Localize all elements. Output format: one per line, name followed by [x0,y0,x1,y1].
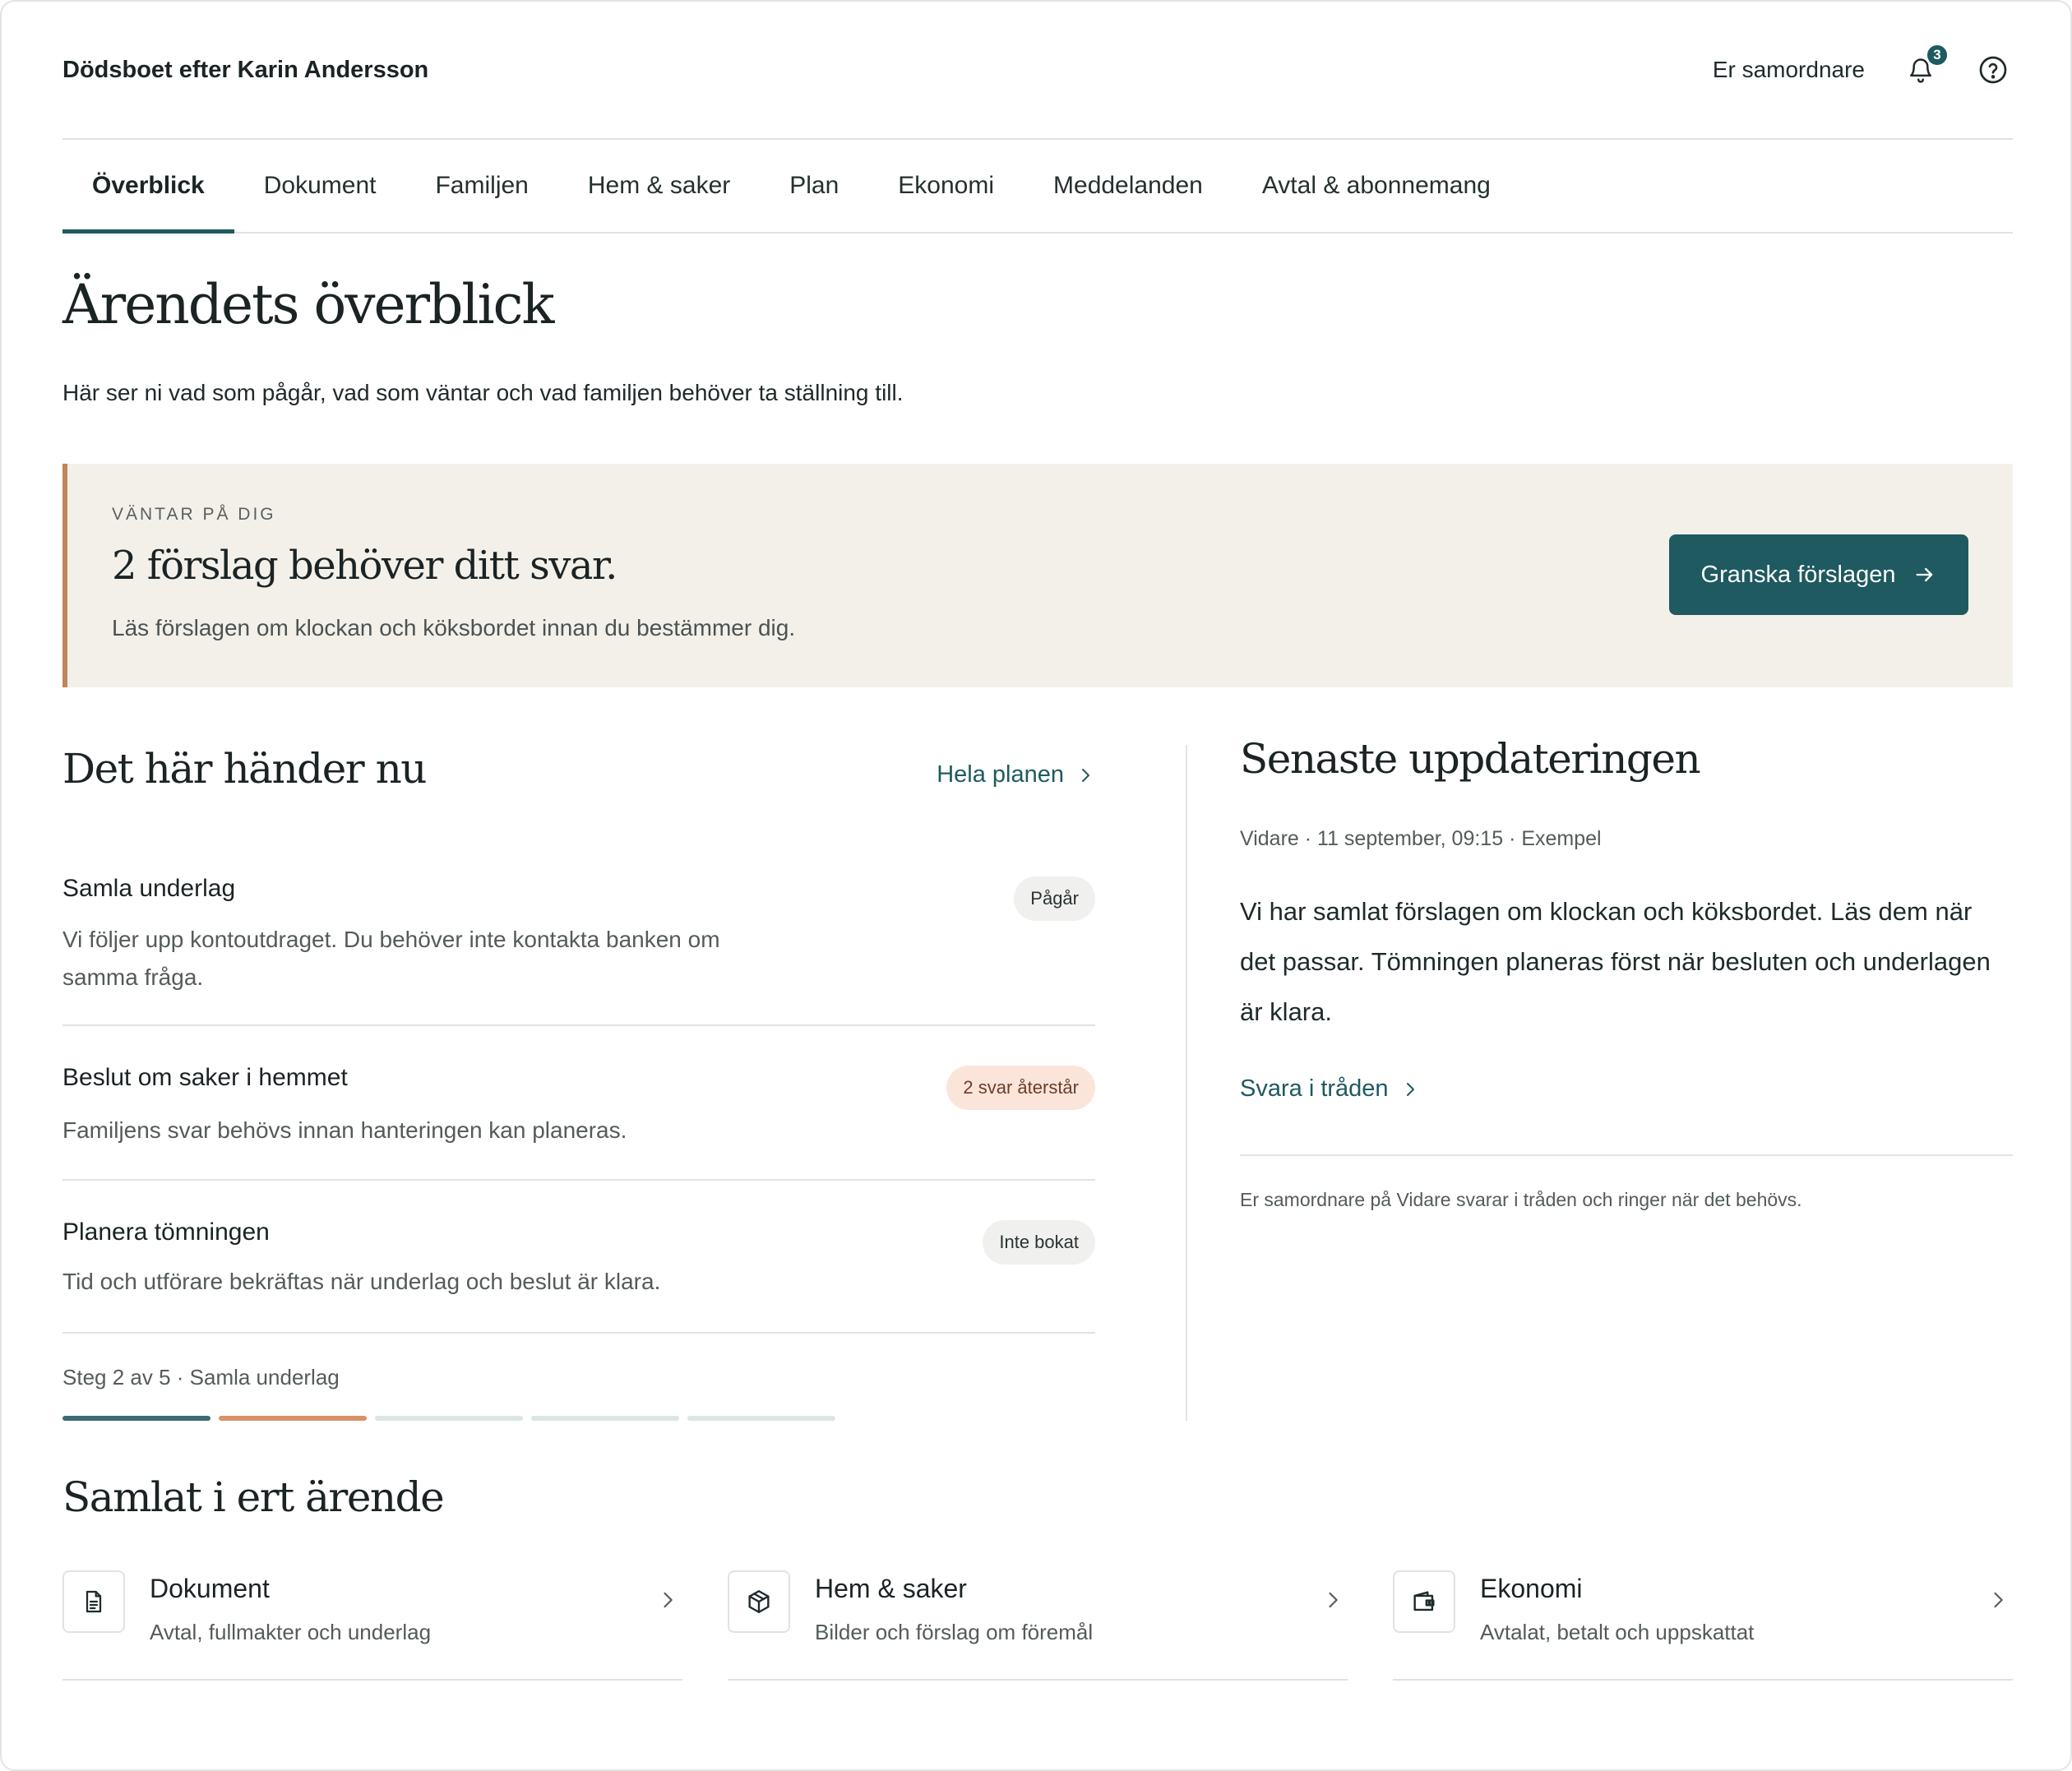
full-plan-label: Hela planen [937,761,1064,788]
tab-contracts[interactable]: Avtal & abonnemang [1233,140,1520,232]
review-proposals-label: Granska förslagen [1700,561,1896,588]
box-icon [748,1590,770,1613]
chevron-right-icon [1406,1082,1414,1096]
header: Dödsboet efter Karin Andersson Er samord… [62,2,2013,140]
task-item: Samla underlag Vi följer upp kontoutdrag… [62,868,1095,1026]
card-title: Dokument [150,1574,270,1603]
card-home-items[interactable]: Hem & saker Bilder och förslag om föremå… [728,1570,1348,1681]
chevron-right-icon [1329,1592,1338,1608]
card-icon-frame [62,1570,125,1633]
collected-cards: Dokument Avtal, fullmakter och underlag … [62,1570,2013,1681]
progress-step [219,1416,367,1421]
task-title: Planera tömningen [62,1218,270,1246]
progress-step [687,1416,835,1421]
tab-family[interactable]: Familjen [405,140,557,232]
card-icon-frame [728,1570,790,1633]
tab-plan[interactable]: Plan [760,140,868,232]
callout-text: Läs förslagen om klockan och köksbordet … [112,615,796,640]
task-title: Samla underlag [62,875,236,902]
progress-label: Steg 2 av 5 · Samla underlag [62,1365,340,1390]
status-badge: Inte bokat [983,1220,1095,1265]
progress-steps [62,1416,835,1421]
card-title: Ekonomi [1480,1574,1583,1603]
callout-kicker: VÄNTAR PÅ DIG [112,505,276,524]
task-description: Tid och utförare bekräftas när underlag … [62,1269,661,1294]
now-section: Det här händer nu Hela planen Samla unde… [62,745,1095,1421]
reply-in-thread-link[interactable]: Svara i tråden [1240,1075,1420,1103]
update-body: Vi har samlat förslagen om klockan och k… [1240,897,1991,1026]
task-item: Beslut om saker i hemmet Familjens svar … [62,1026,1095,1181]
callout-title: 2 förslag behöver ditt svar. [112,543,617,589]
tab-bar: Överblick Dokument Familjen Hem & saker … [62,140,2013,234]
divider [1240,1154,2013,1156]
notifications-button[interactable]: 3 [1901,44,1949,90]
card-subtitle: Bilder och förslag om föremål [815,1620,1094,1644]
chevron-right-icon [1994,1592,2003,1608]
review-proposals-button[interactable]: Granska förslagen [1669,534,1968,615]
app-window: Dödsboet efter Karin Andersson Er samord… [0,0,2072,1771]
coordinator-link[interactable]: Er samordnare [1713,57,1865,83]
card-economy[interactable]: Ekonomi Avtalat, betalt och uppskattat [1393,1570,2013,1681]
update-meta: Vidare · 11 september, 09:15 · Exempel [1240,827,1602,850]
tab-messages[interactable]: Meddelanden [1024,140,1233,232]
case-title: Dödsboet efter Karin Andersson [62,56,429,83]
header-actions: Er samordnare 3 [1713,44,2013,90]
progress-step [531,1416,679,1421]
now-title: Det här händer nu [62,745,427,793]
document-icon [86,1590,102,1613]
progress-step [375,1416,523,1421]
pending-callout: VÄNTAR PÅ DIG 2 förslag behöver ditt sva… [62,464,2013,687]
chevron-right-icon [1082,768,1089,782]
card-title: Hem & saker [815,1574,967,1603]
arrow-right-icon [1916,567,1933,582]
notification-badge: 3 [1926,44,1949,67]
card-icon-frame [1393,1570,1455,1633]
task-title: Beslut om saker i hemmet [62,1064,348,1091]
card-subtitle: Avtal, fullmakter och underlag [150,1620,432,1644]
task-description: Familjens svar behövs innan hanteringen … [62,1117,627,1143]
status-badge: 2 svar återstår [946,1066,1095,1110]
task-description: Vi följer upp kontoutdraget. Du behöver … [62,927,720,990]
coordinator-note: Er samordnare på Vidare svarar i tråden … [1240,1189,1802,1210]
chevron-right-icon [664,1592,673,1608]
status-badge: Pågår [1014,876,1095,921]
full-plan-link[interactable]: Hela planen [937,761,1095,788]
tab-home-items[interactable]: Hem & saker [558,140,760,232]
task-item: Planera tömningen Tid och utförare bekrä… [62,1181,1095,1334]
page-title: Ärendets överblick [62,273,555,336]
help-icon [1979,56,2007,84]
tab-documents[interactable]: Dokument [234,140,406,232]
update-title: Senaste uppdateringen [1240,735,1701,783]
tab-overview[interactable]: Överblick [62,140,234,234]
reply-in-thread-label: Svara i tråden [1240,1075,1389,1102]
help-button[interactable] [1973,50,2013,90]
card-subtitle: Avtalat, betalt och uppskattat [1480,1620,1755,1644]
tab-economy[interactable]: Ekonomi [868,140,1024,232]
page-subtitle: Här ser ni vad som pågår, vad som väntar… [62,380,904,405]
progress-step [62,1416,210,1421]
card-documents[interactable]: Dokument Avtal, fullmakter och underlag [62,1570,682,1681]
collected-title: Samlat i ert ärende [62,1473,445,1521]
wallet-icon [1413,1591,1435,1611]
column-divider [1186,745,1187,1421]
latest-update-section: Senaste uppdateringen Vidare · 11 septem… [1240,735,2013,1238]
